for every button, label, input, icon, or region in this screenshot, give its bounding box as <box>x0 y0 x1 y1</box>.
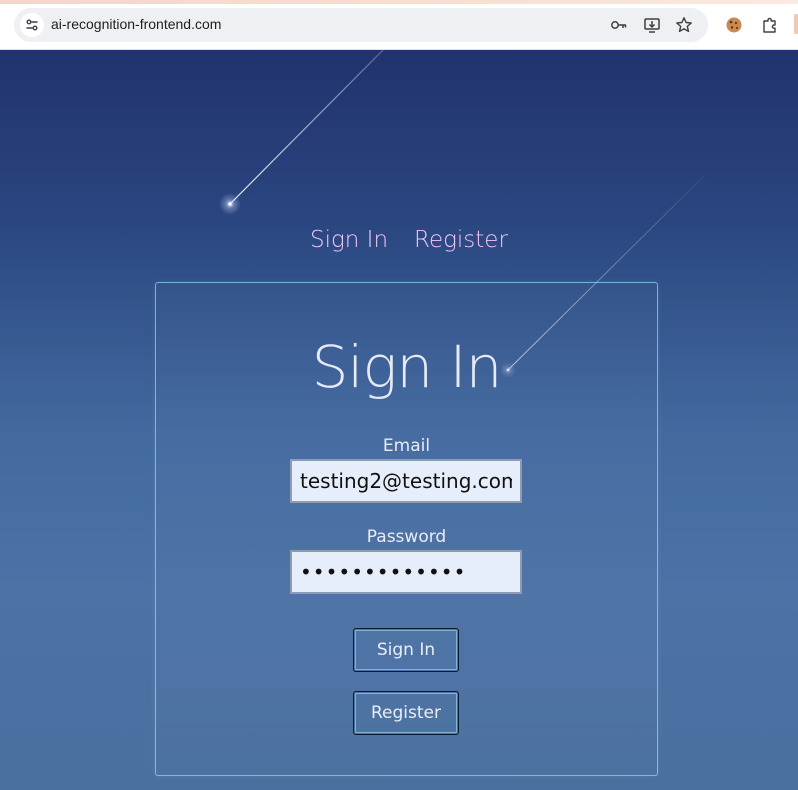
tab-strip-edge <box>0 0 798 4</box>
window-edge <box>794 14 798 34</box>
sign-in-button[interactable]: Sign In <box>353 628 459 672</box>
shooting-star-head <box>228 202 232 206</box>
register-button[interactable]: Register <box>353 691 459 735</box>
url-text[interactable]: ai-recognition-frontend.com <box>51 16 221 32</box>
page: ai-recognition-frontend.com Sign In Regi… <box>0 0 798 790</box>
nav-sign-in-link[interactable]: Sign In <box>310 227 388 253</box>
browser-toolbar: ai-recognition-frontend.com <box>0 0 798 50</box>
shooting-star-glow <box>219 193 241 215</box>
install-app-icon[interactable] <box>642 15 662 35</box>
shooting-star-trail <box>229 47 386 205</box>
address-bar[interactable]: ai-recognition-frontend.com <box>14 8 708 42</box>
password-field[interactable] <box>290 550 522 594</box>
nav-register-link[interactable]: Register <box>414 227 508 253</box>
email-field[interactable] <box>290 459 522 503</box>
bookmark-star-icon[interactable] <box>674 15 694 35</box>
site-info-icon[interactable] <box>20 13 44 37</box>
key-icon[interactable] <box>609 15 629 35</box>
cookie-extension-icon[interactable] <box>724 15 744 35</box>
page-title: Sign In <box>311 333 503 401</box>
sign-in-card: Sign In Email Password Sign In Register <box>155 282 658 776</box>
email-label: Email <box>382 436 431 456</box>
extensions-puzzle-icon[interactable] <box>760 15 780 35</box>
password-label: Password <box>366 527 447 547</box>
